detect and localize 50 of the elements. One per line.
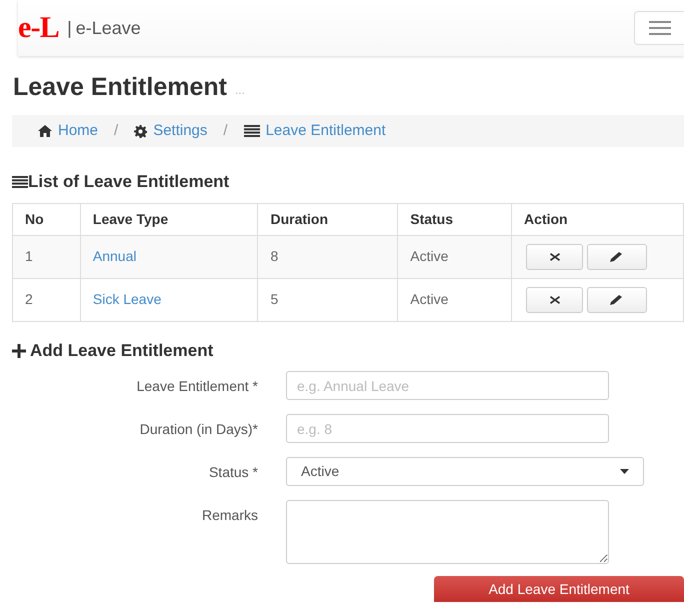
column-header: Leave Type [80,203,258,236]
field-label: Remarks [200,506,259,526]
status-dropdown[interactable]: Active [286,457,644,486]
close-icon [550,296,560,304]
table-cell: 5 [258,278,398,322]
leave-type-link[interactable]: Sick Leave [92,290,162,307]
column-header: No [12,203,80,236]
breadcrumb-separator: / [114,121,118,141]
home-icon [38,125,52,138]
close-icon [550,252,560,261]
logo: e-L [18,13,60,43]
section-heading: Add Leave Entitlement [30,340,214,362]
title-suffix: ... [234,82,245,100]
breadcrumb-link[interactable]: Settings [134,120,208,142]
breadcrumb-separator: / [223,121,228,141]
edit-button[interactable] [587,244,648,270]
caret-icon [620,469,629,474]
leave-type-link[interactable]: Annual [92,248,136,264]
menu-button[interactable] [634,11,684,45]
field-label: Status * [208,463,259,482]
field-label: Leave Entitlement * [136,377,259,396]
table-cell: 8 [258,235,398,278]
table-cell: 1 [12,235,80,278]
brand-name: e-Leave [76,16,141,40]
input-field[interactable]: e.g. 8 [286,414,609,444]
table-cell: Active [398,278,512,322]
column-header: Action [512,203,684,236]
plus-icon [12,344,26,358]
pencil-icon [610,294,624,305]
list-icon [12,176,28,188]
list-icon [244,125,260,138]
breadcrumb-link[interactable]: Home [38,120,98,142]
field-label: Duration (in Days)* [138,420,259,440]
table-cell: 2 [12,278,80,322]
column-header: Duration [258,203,398,236]
separator-text: | [67,16,72,40]
add-button[interactable]: Add Leave Entitlement [434,576,684,602]
textarea-field[interactable] [286,500,609,564]
column-header: Status [398,203,512,236]
section-heading: List of Leave Entitlement [28,171,230,194]
menu-icon [648,21,670,35]
page-title: Leave Entitlement [13,72,227,103]
input-field[interactable]: e.g. Annual Leave [286,371,609,400]
delete-button[interactable] [526,244,584,270]
table-cell: Active [398,235,512,278]
settings-icon [134,124,148,138]
edit-button[interactable] [587,286,648,313]
breadcrumb-link[interactable]: Leave Entitlement [244,120,386,142]
pencil-icon [610,252,624,262]
delete-button[interactable] [526,286,584,313]
